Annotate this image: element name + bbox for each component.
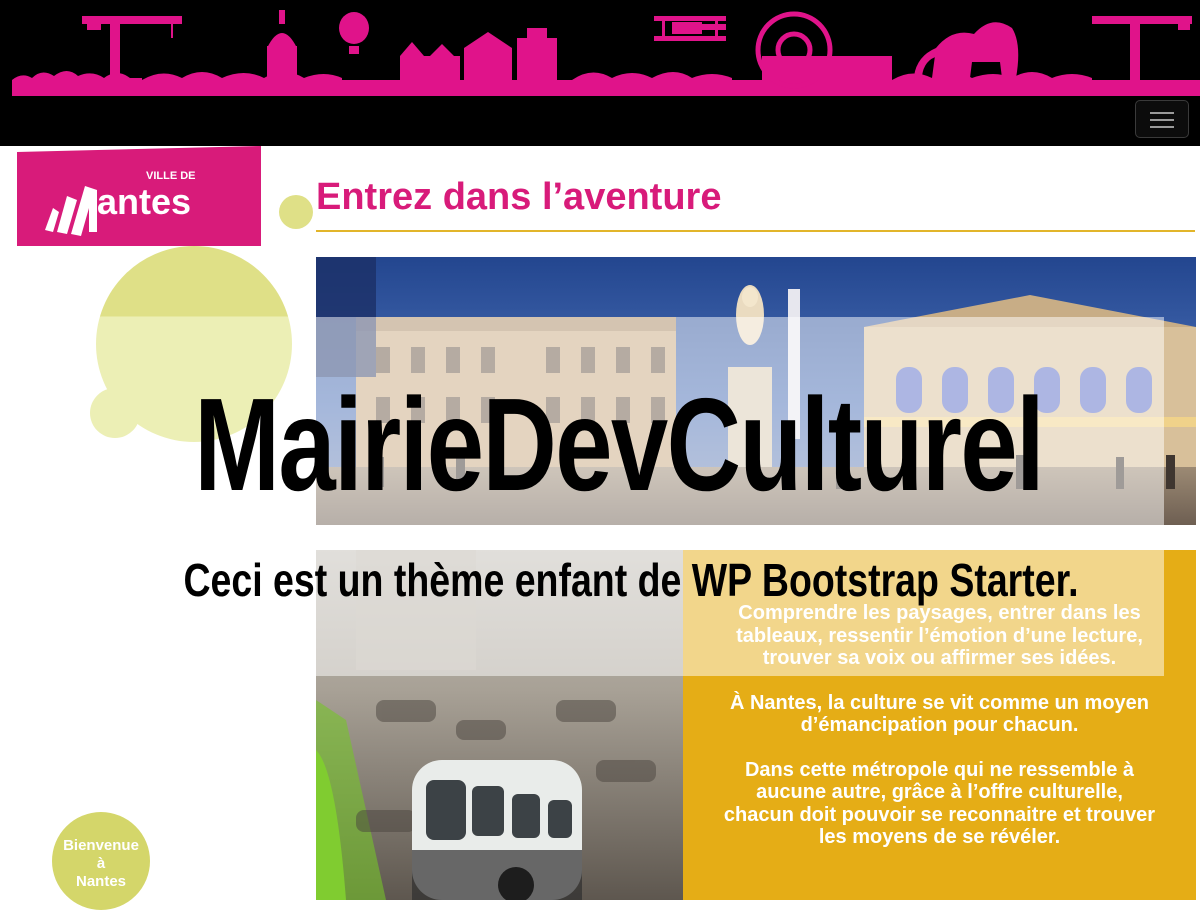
- site-banner: [0, 0, 1200, 146]
- culture-paragraph: À Nantes, la culture se vit comme un moy…: [729, 691, 1149, 737]
- heading-divider: [316, 230, 1195, 232]
- site-tagline: Ceci est un thème enfant de WP Bootstrap…: [183, 554, 1079, 606]
- welcome-line: à: [96, 855, 106, 872]
- carousel-icon: [755, 11, 892, 89]
- decor-blob-dot: [279, 195, 313, 229]
- castle-icon: [400, 28, 557, 82]
- biplane-icon: [654, 16, 726, 41]
- balloon-icon: [339, 12, 369, 54]
- page-heading: Entrez dans l’aventure: [316, 176, 722, 218]
- toy-van-icon: [412, 760, 582, 900]
- culture-paragraph: Dans cette métropole qui ne ressemble à …: [723, 758, 1156, 849]
- crane-icon: [82, 16, 182, 82]
- welcome-badge-button[interactable]: Bienvenue à Nantes: [52, 812, 150, 910]
- decor-blob-small-left: [90, 388, 140, 438]
- hamburger-menu-icon: [1150, 112, 1174, 114]
- logo-name: antes: [97, 181, 191, 222]
- crane-icon: [1092, 16, 1192, 82]
- welcome-line: Nantes: [75, 873, 127, 890]
- skyline-illustration: [12, 10, 1200, 96]
- elephant-icon: [914, 22, 1019, 78]
- navbar-toggle-button[interactable]: [1135, 100, 1189, 138]
- dome-icon: [267, 10, 297, 82]
- nantes-logo-link[interactable]: VILLE DE antes: [17, 146, 261, 246]
- site-title[interactable]: MairieDevCulturel: [135, 375, 1102, 515]
- nantes-logo: VILLE DE antes: [17, 146, 261, 246]
- welcome-line: Bienvenue: [63, 837, 139, 854]
